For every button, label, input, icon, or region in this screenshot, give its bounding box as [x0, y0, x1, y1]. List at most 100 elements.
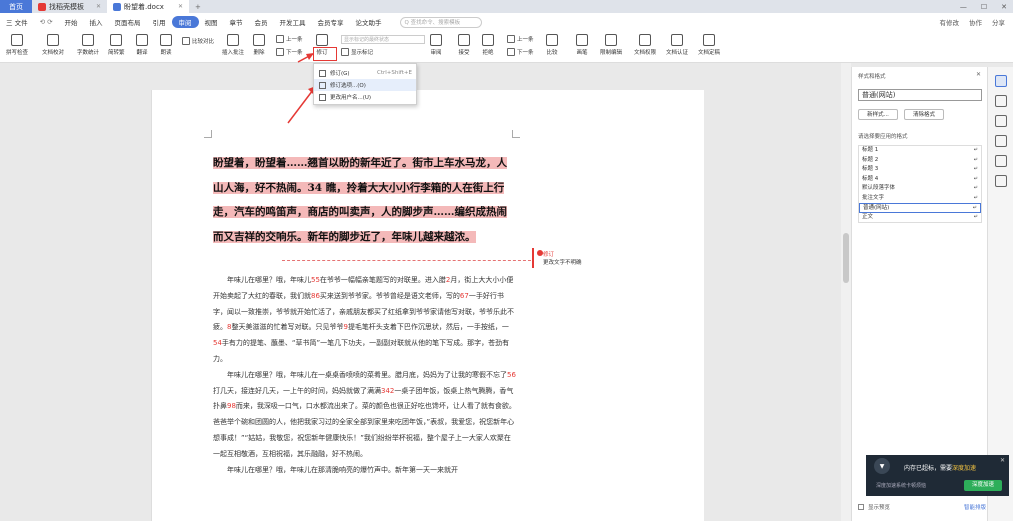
- markup-state-select[interactable]: 显示标记的最终状态: [341, 35, 425, 44]
- comment-author-icon: [537, 250, 543, 256]
- menu-member-exclusive[interactable]: 会员专享: [312, 17, 350, 27]
- command-search-input[interactable]: Q 查找命令、搜索模板: [399, 16, 482, 28]
- shield-icon: ▼: [874, 458, 890, 474]
- close-window-button[interactable]: ✕: [1001, 3, 1007, 11]
- style-item-label: 批注文字: [862, 194, 885, 201]
- tab-document-label: 盼望着.docx: [124, 2, 164, 11]
- style-item[interactable]: 正文 ↵: [859, 213, 981, 223]
- revision-comment[interactable]: 修订 更改文字不明确: [532, 248, 622, 268]
- deep-accelerate-button[interactable]: 深度加速: [964, 480, 1002, 491]
- current-style-select[interactable]: 普通(网站): [858, 89, 982, 101]
- style-pane-icon[interactable]: [994, 75, 1007, 87]
- limit-edit-button[interactable]: 限制编辑: [600, 34, 622, 60]
- next-change-button[interactable]: 下一条: [507, 48, 534, 56]
- menu-insert[interactable]: 插入: [84, 17, 109, 27]
- accept-button[interactable]: 接受: [458, 34, 470, 60]
- next-change-icon: [507, 48, 515, 56]
- document-heading[interactable]: 盼望着，盼望着……翘首以盼的新年近了。街市上车水马龙，人山人海，好不热闹。34 …: [213, 151, 516, 249]
- inline-number: 55: [311, 276, 320, 284]
- text-run: 打几天，接连好几天，一上午的时间，妈妈就做了满满: [213, 386, 381, 395]
- word-count-button[interactable]: 字数统计: [77, 34, 99, 60]
- menu-layout[interactable]: 页面布局: [109, 17, 147, 27]
- menu-item-revise-options[interactable]: 修订选项...(O): [314, 79, 416, 91]
- new-style-button[interactable]: 新样式...: [858, 109, 898, 120]
- memory-toast: ▼ 内存已超标，需要深度加速 深度加速系统卡顿烦恼 深度加速 ✕: [866, 455, 1009, 496]
- style-item-label: 正文: [862, 213, 874, 220]
- style-item[interactable]: 普通(网站) ↵: [859, 203, 981, 213]
- style-item[interactable]: 默认段落字体 ↵: [859, 184, 981, 194]
- next-comment-button[interactable]: 下一条: [276, 48, 303, 56]
- show-preview-checkbox[interactable]: [858, 504, 864, 510]
- doc-proofread-button[interactable]: 文档校对: [42, 34, 64, 60]
- pen-icon: [576, 34, 588, 46]
- smart-layout-link[interactable]: 智能排版: [964, 503, 986, 511]
- reject-button[interactable]: 拒绝: [482, 34, 494, 60]
- location-icon[interactable]: [994, 155, 1007, 167]
- inline-number: 54: [213, 339, 222, 348]
- text-run: 整天美滋滋的忙着写对联。只见爷爷: [231, 323, 344, 332]
- tab-document[interactable]: 盼望着.docx ✕: [107, 0, 189, 13]
- menu-file[interactable]: 三 文件: [0, 17, 34, 27]
- menu-item-revise[interactable]: 修订(G) Ctrl+Shift+E: [314, 67, 416, 79]
- trad-convert-button[interactable]: 简转繁: [108, 34, 125, 60]
- navigation-icon[interactable]: [994, 135, 1007, 147]
- scroll-thumb[interactable]: [843, 233, 849, 283]
- maximize-button[interactable]: ☐: [981, 3, 987, 11]
- select-icon[interactable]: [994, 95, 1007, 107]
- spell-check-button[interactable]: 拼写检查: [6, 34, 28, 60]
- menu-paper-assistant[interactable]: 论文助手: [350, 17, 388, 27]
- close-tab-icon[interactable]: ✕: [96, 3, 101, 10]
- inline-number: 56: [507, 370, 516, 379]
- ink-button[interactable]: 画笔: [576, 34, 588, 60]
- delete-comment-icon: [253, 34, 265, 46]
- document-body[interactable]: 年味儿在哪里？哦，年味儿55在爷爷一幅幅亲笔题写的对联里。进入腊2月，街上大大小…: [213, 273, 516, 478]
- read-aloud-button[interactable]: 朗读: [160, 34, 172, 60]
- menu-devtools[interactable]: 开发工具: [274, 17, 312, 27]
- menu-review[interactable]: 审阅: [171, 16, 199, 28]
- compare-docs-button[interactable]: 比较: [546, 34, 558, 60]
- toast-close-icon[interactable]: ✕: [1000, 457, 1005, 464]
- collaborate-button[interactable]: 协作: [969, 17, 982, 27]
- text-run: 年味儿在哪里？哦，年味儿在一桌桌香喷喷的菜肴里。腊月底，妈妈为了让我的寒假不忘了: [227, 370, 507, 379]
- vertical-scrollbar[interactable]: [841, 63, 851, 521]
- close-tab-icon[interactable]: ✕: [178, 3, 183, 10]
- paragraph-mark-icon: ↵: [973, 166, 978, 172]
- prev-comment-icon: [276, 35, 284, 43]
- doc-permission-button[interactable]: 文档权限: [634, 34, 656, 60]
- pane-close-icon[interactable]: ✕: [976, 71, 981, 78]
- tab-template[interactable]: 找稻壳模板 ✕: [32, 0, 107, 13]
- share-button[interactable]: 分享: [992, 17, 1005, 27]
- menu-reference[interactable]: 引用: [147, 17, 172, 27]
- menu-member[interactable]: 会员: [249, 17, 274, 27]
- insert-comment-button[interactable]: 插入批注: [222, 34, 244, 60]
- prev-change-button[interactable]: 上一条: [507, 35, 534, 43]
- prev-comment-button[interactable]: 上一条: [276, 35, 303, 43]
- tab-home[interactable]: 首页: [0, 0, 32, 13]
- spell-check-icon: [11, 34, 23, 46]
- menu-item-change-username[interactable]: 更改用户名...(U): [314, 91, 416, 103]
- translate-button[interactable]: 翻译: [136, 34, 148, 60]
- new-tab-button[interactable]: +: [189, 0, 207, 13]
- show-markup-button[interactable]: 显示标记: [341, 48, 373, 56]
- user-icon: [319, 93, 326, 101]
- settings-icon[interactable]: [994, 115, 1007, 127]
- style-item[interactable]: 标题 4 ↵: [859, 175, 981, 185]
- compare-button[interactable]: 比较对比: [182, 37, 214, 45]
- menu-view[interactable]: 视图: [199, 17, 224, 27]
- menu-start[interactable]: 开始: [59, 17, 84, 27]
- undo-icon[interactable]: ⟲ ⟳: [34, 18, 59, 26]
- review-pane-button[interactable]: 审阅: [430, 34, 442, 60]
- style-item[interactable]: 标题 3 ↵: [859, 165, 981, 175]
- backup-icon[interactable]: [994, 175, 1007, 187]
- doc-certify-button[interactable]: 文档认证: [666, 34, 688, 60]
- clear-format-button[interactable]: 清除格式: [904, 109, 944, 120]
- style-item[interactable]: 标题 1 ↵: [859, 146, 981, 156]
- crop-mark: [512, 130, 520, 138]
- style-item[interactable]: 标题 2 ↵: [859, 156, 981, 166]
- modified-status[interactable]: 有修改: [940, 17, 960, 27]
- minimize-button[interactable]: —: [960, 3, 967, 11]
- doc-finalize-button[interactable]: 文档定稿: [698, 34, 720, 60]
- menu-chapter[interactable]: 章节: [224, 17, 249, 27]
- style-item[interactable]: 批注文字 ↵: [859, 194, 981, 204]
- delete-comment-button[interactable]: 删除: [253, 34, 265, 60]
